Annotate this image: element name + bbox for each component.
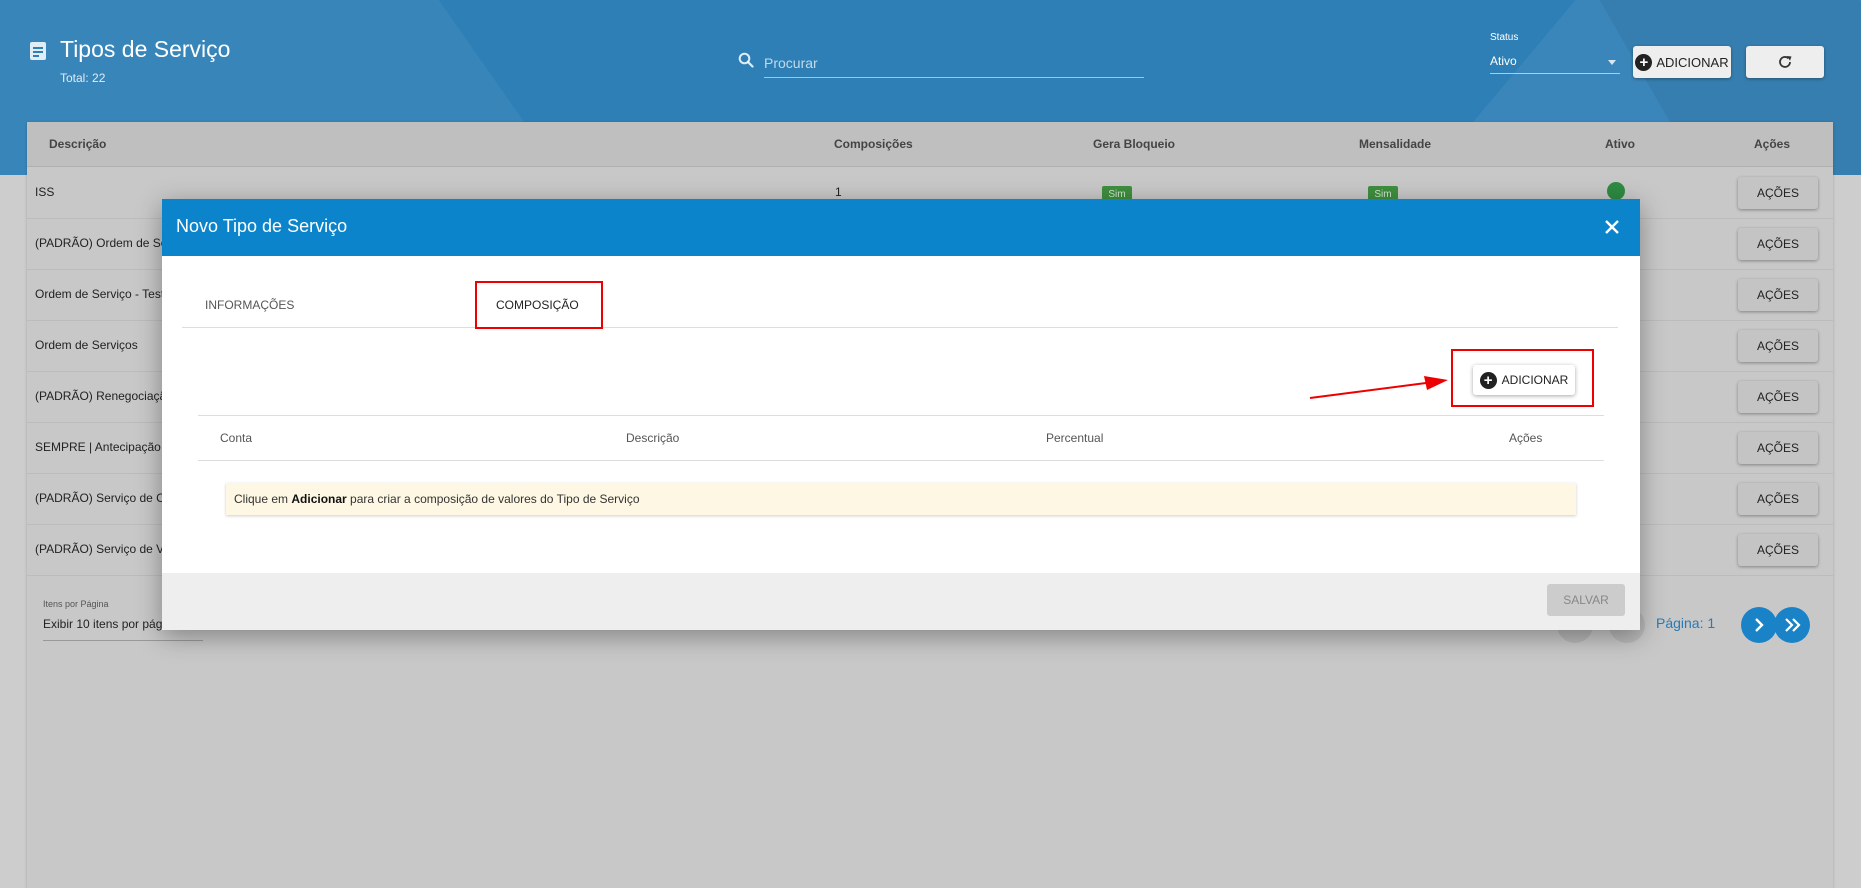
actions-button[interactable]: AÇÕES <box>1738 483 1818 515</box>
add-composition-label: ADICIONAR <box>1501 373 1569 387</box>
actions-button[interactable]: AÇÕES <box>1738 228 1818 260</box>
add-composition-button[interactable]: + ADICIONAR <box>1473 365 1575 395</box>
tab-informacoes[interactable]: INFORMAÇÕES <box>205 298 294 312</box>
actions-button[interactable]: AÇÕES <box>1738 279 1818 311</box>
actions-button[interactable]: AÇÕES <box>1738 330 1818 362</box>
search-box <box>736 46 1146 80</box>
tab-highlight-box <box>475 281 603 329</box>
actions-button[interactable]: AÇÕES <box>1738 177 1818 209</box>
next-page-button[interactable] <box>1741 607 1777 643</box>
status-selected: Ativo <box>1490 54 1517 68</box>
column-acoes: Ações <box>1754 137 1791 151</box>
notice-suffix: para criar a composição de valores do Ti… <box>346 492 640 506</box>
close-icon[interactable] <box>1600 215 1624 239</box>
row-description: Ordem de Serviço - Teste <box>35 287 171 301</box>
column-conta: Conta <box>220 431 253 445</box>
notice-bold: Adicionar <box>291 492 347 506</box>
column-descricao: Descrição <box>626 431 680 445</box>
row-description: SEMPRE | Antecipação d <box>35 440 171 454</box>
row-description: (PADRÃO) Renegociação <box>35 389 173 403</box>
actions-button[interactable]: AÇÕES <box>1738 534 1818 566</box>
plus-circle-icon: + <box>1479 371 1497 389</box>
dialog-tabs: INFORMAÇÕES COMPOSIÇÃO <box>182 281 1618 328</box>
add-button-label: ADICIONAR <box>1656 54 1729 70</box>
arrow-annotation <box>1309 376 1448 399</box>
column-percentual: Percentual <box>1046 431 1104 445</box>
actions-button[interactable]: AÇÕES <box>1738 381 1818 413</box>
row-description: (PADRÃO) Serviço de Cor <box>35 491 176 505</box>
document-icon <box>30 42 46 60</box>
caret-down-icon <box>1608 60 1616 65</box>
items-per-page-label: Itens por Página <box>43 599 109 609</box>
double-chevron-right-icon <box>1785 618 1801 632</box>
row-description: ISS <box>35 185 55 199</box>
composition-table-header: Conta Descrição Percentual Ações <box>198 415 1604 461</box>
search-icon <box>738 52 754 68</box>
status-select[interactable]: Status Ativo <box>1490 32 1620 74</box>
plus-circle-icon: + <box>1635 53 1653 71</box>
dialog-footer: SALVAR <box>162 573 1640 630</box>
column-descricao: Descrição <box>49 137 107 151</box>
dialog-title: Novo Tipo de Serviço <box>176 216 348 236</box>
column-acoes: Ações <box>1509 431 1543 445</box>
empty-composition-notice: Clique em Adicionar para criar a composi… <box>226 483 1576 515</box>
row-description: (PADRÃO) Ordem de Serv <box>35 236 178 250</box>
column-mensalidade: Mensalidade <box>1359 137 1432 151</box>
status-value[interactable]: Ativo <box>1490 52 1620 74</box>
chevron-right-icon <box>1755 618 1764 632</box>
last-page-button[interactable] <box>1774 607 1810 643</box>
refresh-button[interactable] <box>1746 46 1824 78</box>
new-service-type-dialog: Novo Tipo de Serviço INFORMAÇÕES COMPOSI… <box>162 199 1640 630</box>
save-button[interactable]: SALVAR <box>1547 584 1625 616</box>
column-composicoes: Composições <box>834 137 913 151</box>
check-circle-icon <box>1607 182 1625 200</box>
notice-prefix: Clique em <box>234 492 292 506</box>
column-gera-bloqueio: Gera Bloqueio <box>1093 137 1176 151</box>
page-indicator: Página: 1 <box>1656 615 1716 631</box>
row-description: Ordem de Serviços <box>35 338 138 352</box>
status-label: Status <box>1490 32 1519 43</box>
page-title: Tipos de Serviço <box>60 36 231 62</box>
actions-button[interactable]: AÇÕES <box>1738 432 1818 464</box>
row-composicoes: 1 <box>835 185 842 199</box>
total-count: Total: 22 <box>60 71 106 85</box>
search-input[interactable] <box>764 48 1144 78</box>
add-button[interactable]: + ADICIONAR <box>1633 46 1731 78</box>
refresh-icon <box>1779 56 1792 68</box>
dialog-header: Novo Tipo de Serviço <box>162 199 1640 256</box>
table-header: Descrição Composições Gera Bloqueio Mens… <box>27 122 1833 167</box>
column-ativo: Ativo <box>1605 137 1635 151</box>
row-description: (PADRÃO) Serviço de Val <box>35 542 173 556</box>
